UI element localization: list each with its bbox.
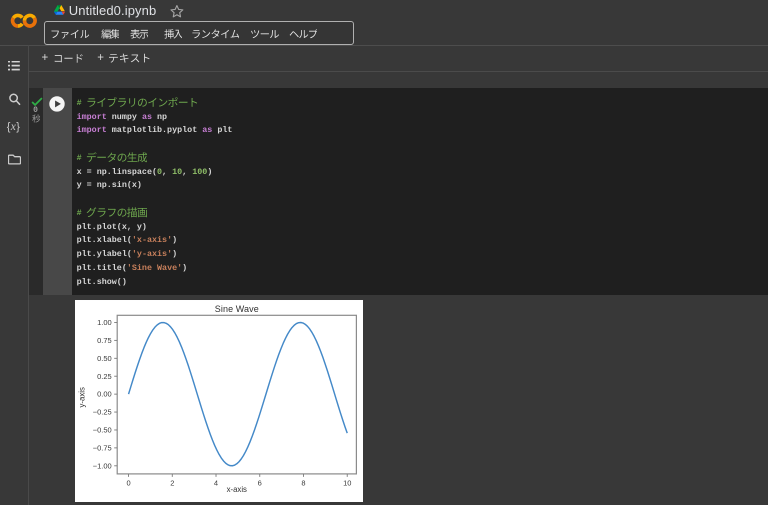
svg-text:−0.50: −0.50 xyxy=(93,425,112,434)
svg-text:0.50: 0.50 xyxy=(97,353,112,362)
svg-text:1.00: 1.00 xyxy=(97,318,112,327)
svg-text:−0.75: −0.75 xyxy=(93,443,112,452)
svg-text:0: 0 xyxy=(126,478,130,487)
svg-text:x-axis: x-axis xyxy=(226,484,246,493)
svg-text:y-axis: y-axis xyxy=(77,387,86,407)
svg-text:0.00: 0.00 xyxy=(97,389,112,398)
svg-text:−1.00: −1.00 xyxy=(93,461,112,470)
svg-text:4: 4 xyxy=(214,478,218,487)
svg-text:0.75: 0.75 xyxy=(97,335,112,344)
svg-text:2: 2 xyxy=(170,478,174,487)
svg-text:0.25: 0.25 xyxy=(97,371,112,380)
svg-text:−0.25: −0.25 xyxy=(93,407,112,416)
svg-text:6: 6 xyxy=(257,478,261,487)
svg-text:10: 10 xyxy=(343,478,351,487)
svg-text:Sine Wave: Sine Wave xyxy=(215,304,259,314)
svg-text:8: 8 xyxy=(301,478,305,487)
